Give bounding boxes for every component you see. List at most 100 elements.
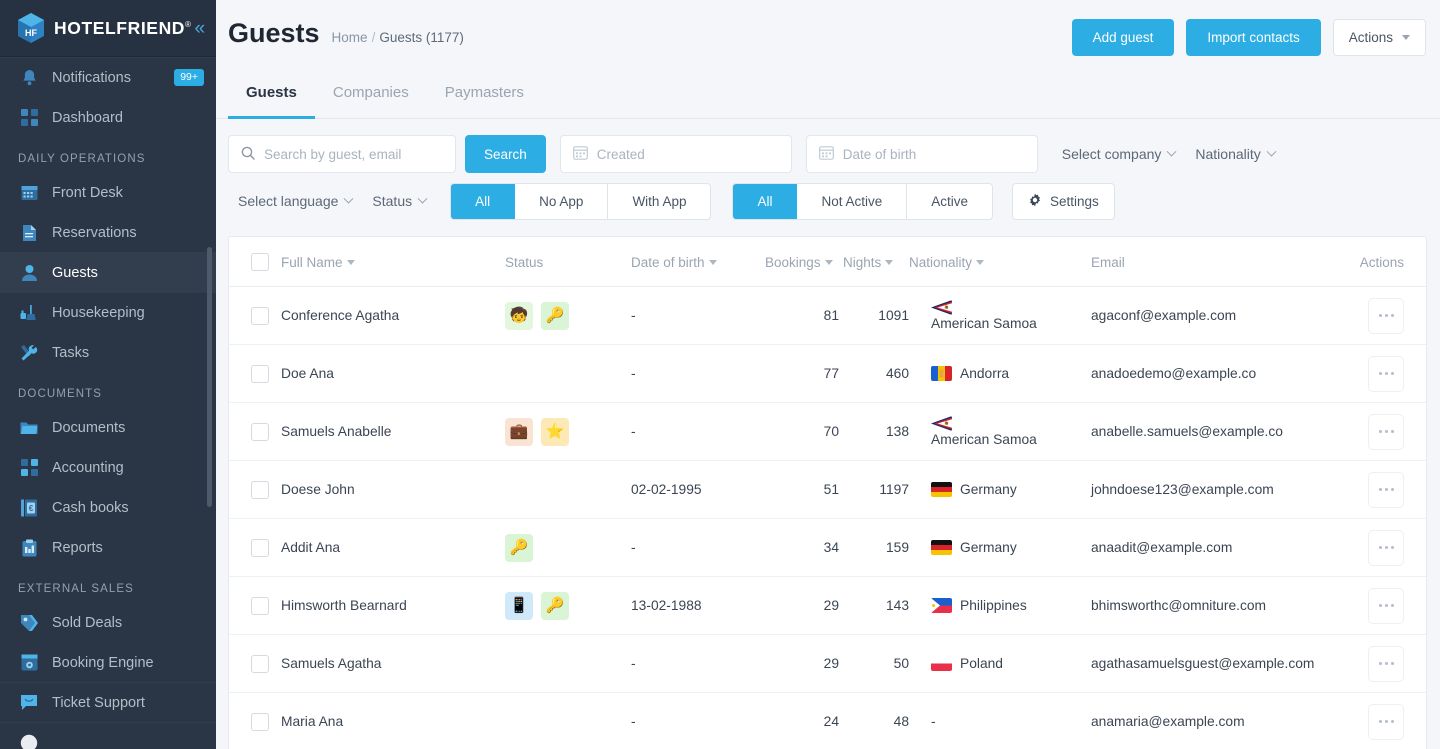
row-checkbox[interactable] [251,538,269,557]
table-row[interactable]: Doe Ana -77 460 Andorra anadoedemo@example.c… [229,344,1426,403]
sidebar-item-cash-books[interactable]: € Cash books [0,487,216,527]
table-row[interactable]: Doese John 02-02-1995 51 1197 Germany johndoe… [229,460,1426,519]
row-checkbox[interactable] [251,712,269,731]
row-actions-button[interactable] [1368,413,1404,450]
select-language-dropdown[interactable]: Select language [228,182,362,220]
nationality-name: American Samoa [931,316,1037,331]
select-all-checkbox[interactable] [251,253,269,271]
row-actions-button[interactable] [1368,587,1404,624]
add-guest-button[interactable]: Add guest [1071,19,1175,56]
app-root: HF HOTELFRIEND® « Notifications 99+ Dash… [0,0,1440,749]
nationality-name: - [931,714,936,730]
row-actions-button[interactable] [1368,529,1404,566]
created-date-input[interactable]: Created [559,135,792,173]
row-checkbox[interactable] [251,306,269,325]
sidebar-item-housekeeping[interactable]: Housekeeping [0,292,216,332]
guest-name-cell[interactable]: Samuels Anabelle [281,402,505,461]
sidebar-item-booking-engine[interactable]: Booking Engine [0,642,216,682]
header-actions: Add guest Import contacts Actions [1071,18,1426,56]
sidebar-item-accounting[interactable]: Accounting [0,447,216,487]
import-contacts-button[interactable]: Import contacts [1186,19,1321,56]
guest-status-cell [505,460,631,519]
column-header-date-of-birth[interactable]: Date of birth [631,237,761,287]
tab-paymasters[interactable]: Paymasters [427,72,542,119]
sidebar-item-dashboard[interactable]: Dashboard [0,97,216,137]
app-filter-no-app[interactable]: No App [515,183,609,219]
guest-name-cell[interactable]: Samuels Agatha [281,634,505,693]
search-button[interactable]: Search [465,135,546,173]
row-checkbox[interactable] [251,596,269,615]
breadcrumb: Home / Guests (1177) [332,30,464,45]
row-checkbox[interactable] [251,654,269,673]
sidebar-item-front-desk[interactable]: Front Desk [0,172,216,212]
search-input[interactable]: Search by guest, email [228,135,456,173]
filter-row-primary: Search by guest, email Search Created Da… [228,135,1428,173]
row-actions-button[interactable] [1368,297,1404,334]
column-header-nationality[interactable]: Nationality [909,237,1073,287]
chevron-double-left-icon[interactable]: « [192,17,209,40]
app-filter-with-app[interactable]: With App [608,184,710,219]
settings-button[interactable]: Settings [1012,182,1115,220]
sidebar-item-documents[interactable]: Documents [0,407,216,447]
dob-date-input[interactable]: Date of birth [805,135,1038,173]
guest-name-cell[interactable]: Doe Ana [281,344,505,403]
actions-dropdown-button[interactable]: Actions [1332,19,1426,56]
row-actions-button[interactable] [1368,645,1404,682]
guest-bookings-cell: 70 [761,402,839,461]
table-row[interactable]: Samuels Agatha -29 50 Poland agathasamuelsgu… [229,634,1426,693]
row-actions-button[interactable] [1368,355,1404,392]
sidebar-item-reports[interactable]: Reports [0,527,216,567]
guest-name-cell[interactable]: Conference Agatha [281,286,505,345]
table-row[interactable]: Samuels Anabelle 💼 ⭐ -70 138 American Samoa an… [229,402,1426,461]
column-header-full-name[interactable]: Full Name [281,237,505,287]
table-row[interactable]: Addit Ana 🔑 -34 159 Germany anaadit@example.c… [229,518,1426,577]
row-actions-button[interactable] [1368,703,1404,740]
column-header-nights[interactable]: Nights [839,237,909,287]
sidebar-item-notifications[interactable]: Notifications 99+ [0,57,216,97]
calendar-icon [572,145,588,163]
sidebar-item-reservations[interactable]: Reservations [0,212,216,252]
tab-guests[interactable]: Guests [228,72,315,119]
select-company-label: Select company [1061,146,1162,162]
nationality-dropdown[interactable]: Nationality [1185,135,1284,173]
brand-logo[interactable]: HF HOTELFRIEND® « [0,0,216,57]
table-row[interactable]: Himsworth Bearnard 📱 🔑 13-02-1988 29 143 Phili… [229,576,1426,635]
row-checkbox[interactable] [251,364,269,383]
breadcrumb-separator: / [371,30,376,45]
active-filter-not-active[interactable]: Not Active [797,183,908,219]
app-filter-all[interactable]: All [451,183,516,219]
sidebar-item-ticket-support[interactable]: Ticket Support [0,682,216,722]
guest-nights-cell: 50 [839,634,909,693]
sidebar-scrollbar-thumb[interactable] [207,247,212,507]
sidebar-item-guests[interactable]: Guests [0,252,216,292]
sidebar-item-tasks[interactable]: Tasks [0,332,216,372]
guest-name-cell[interactable]: Doese John [281,460,505,519]
active-filter-active[interactable]: Active [907,184,992,219]
column-header-bookings[interactable]: Bookings [761,237,839,287]
guest-name-cell[interactable]: Addit Ana [281,518,505,577]
row-checkbox[interactable] [251,480,269,499]
guest-name-cell[interactable]: Himsworth Bearnard [281,576,505,635]
guest-name-cell[interactable]: Maria Ana [281,693,505,749]
brand-name: HOTELFRIEND® [54,17,192,38]
sidebar-scrollbar-track[interactable] [207,57,214,749]
row-actions-button[interactable] [1368,471,1404,508]
select-company-dropdown[interactable]: Select company [1052,135,1186,173]
grid-icon [18,108,40,128]
bell-icon [18,68,40,88]
calendar-icon [18,183,40,203]
sidebar-item-label: Reports [52,539,103,556]
tab-companies[interactable]: Companies [315,72,427,119]
sidebar-item-partial[interactable] [0,722,216,749]
active-filter-segment: All Not Active Active [732,182,994,220]
guest-dob-cell: - [631,518,761,577]
sidebar-item-sold-deals[interactable]: Sold Deals [0,602,216,642]
status-dropdown[interactable]: Status [362,182,436,220]
active-filter-all[interactable]: All [733,183,798,219]
guest-dob-cell: - [631,402,761,461]
nationality-name: Germany [960,540,1017,555]
table-row[interactable]: Conference Agatha 🧒 🔑 -81 1091 American Samoa… [229,286,1426,345]
breadcrumb-home[interactable]: Home [332,30,368,45]
row-checkbox[interactable] [251,422,269,441]
table-row[interactable]: Maria Ana - 24 48 - anamaria@example.com [229,693,1426,749]
